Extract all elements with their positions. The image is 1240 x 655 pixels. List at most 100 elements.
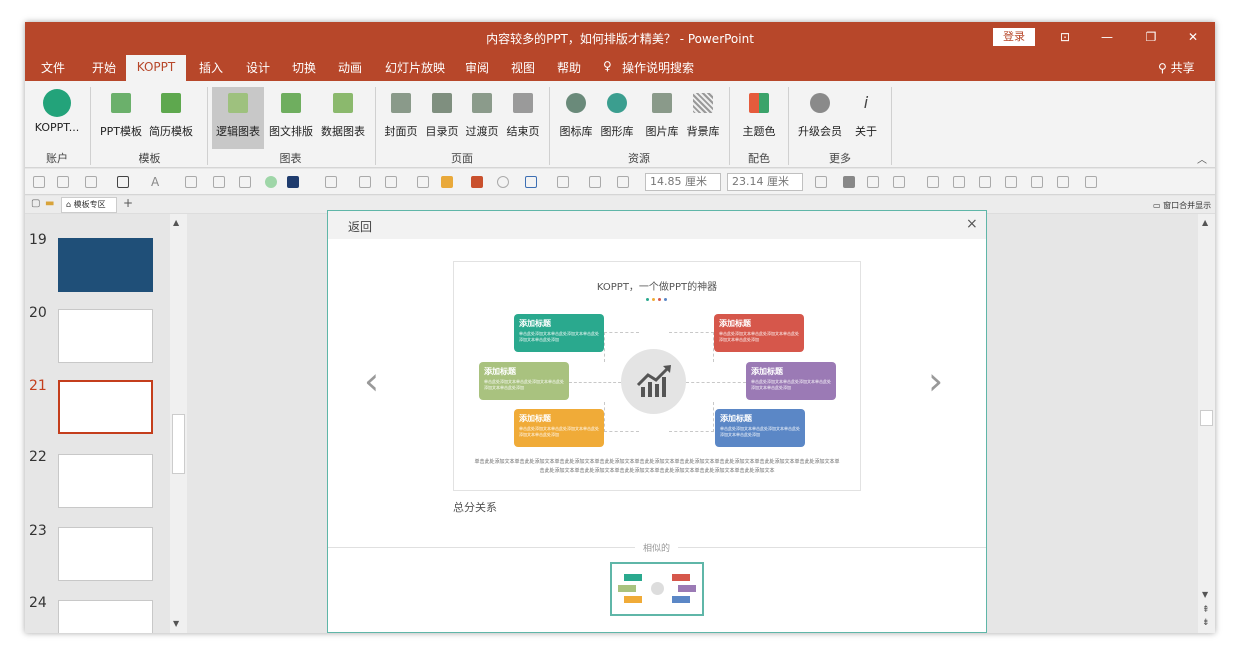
next-slide-icon[interactable]: ⇟ <box>1202 618 1210 628</box>
tab-file[interactable]: 文件 <box>41 59 65 76</box>
content-card[interactable]: 添加标题 单击此处添加文本单击此处添加文本单击此处添加文本单击此处添加 <box>479 362 569 400</box>
tool-icon-13[interactable] <box>1057 176 1069 188</box>
slide-thumbnail-22[interactable] <box>58 454 153 508</box>
tab-koppt[interactable]: KOPPT <box>126 55 186 81</box>
align-icon[interactable] <box>557 176 569 188</box>
eyedropper-icon[interactable] <box>359 176 371 188</box>
slide-thumbnail-19[interactable] <box>58 238 153 292</box>
tool-icon-2[interactable] <box>57 176 69 188</box>
prev-slide-icon[interactable]: ⇞ <box>1202 605 1210 615</box>
text-style-icon[interactable] <box>117 176 129 188</box>
scroll-up-icon[interactable]: ▲ <box>1202 218 1208 227</box>
tool-icon-8[interactable] <box>927 176 939 188</box>
template-zone-tab[interactable]: ⌂ 模板专区 <box>61 197 117 213</box>
tool-icon-10[interactable] <box>979 176 991 188</box>
tool-icon-12[interactable] <box>1031 176 1043 188</box>
cover-page-button[interactable]: 封面页 <box>381 87 421 149</box>
about-button[interactable]: i 关于 <box>851 87 881 149</box>
shape-outline-icon[interactable] <box>525 176 537 188</box>
editor-scroll-thumb[interactable] <box>1200 410 1213 426</box>
toc-page-button[interactable]: 目录页 <box>423 87 461 149</box>
image-library-button[interactable]: 图片库 <box>643 87 681 149</box>
panel-scrollbar[interactable]: ▲ ▼ <box>170 214 187 633</box>
tab-home[interactable]: 开始 <box>92 59 116 76</box>
tool-icon-9[interactable] <box>953 176 965 188</box>
pen-tool-icon[interactable] <box>417 176 429 188</box>
background-library-button[interactable]: 背景库 <box>684 87 722 149</box>
back-button[interactable]: 返回 <box>348 218 372 235</box>
logic-chart-button[interactable]: 逻辑图表 <box>212 87 264 149</box>
slide-thumbnail-21[interactable] <box>58 380 153 434</box>
tool-icon-6[interactable] <box>867 176 879 188</box>
minimize-icon[interactable]: — <box>1093 28 1121 46</box>
end-page-button[interactable]: 结束页 <box>503 87 543 149</box>
tool-icon-3[interactable] <box>185 176 197 188</box>
login-button[interactable]: 登录 <box>993 28 1035 46</box>
next-arrow-icon[interactable]: › <box>928 359 943 403</box>
close-icon[interactable]: × <box>966 216 978 232</box>
height-input[interactable]: 23.14 厘米 <box>727 173 803 191</box>
close-icon[interactable]: ✕ <box>1179 28 1207 46</box>
highlight-icon[interactable] <box>441 176 453 188</box>
share-button[interactable]: ⚲ 共享 <box>1158 59 1195 76</box>
tool-icon-1[interactable] <box>33 176 45 188</box>
data-chart-button[interactable]: 数据图表 <box>318 87 368 149</box>
content-card[interactable]: 添加标题 单击此处添加文本单击此处添加文本单击此处添加文本单击此处添加 <box>746 362 836 400</box>
hash-icon[interactable] <box>239 176 251 188</box>
scroll-down-icon[interactable]: ▼ <box>1202 590 1208 599</box>
slide-thumbnail-24[interactable] <box>58 600 153 633</box>
tab-review[interactable]: 审阅 <box>465 59 489 76</box>
content-card[interactable]: 添加标题 单击此处添加文本单击此处添加文本单击此处添加文本单击此处添加 <box>715 409 805 447</box>
folder-icon[interactable]: ▬ <box>45 198 54 209</box>
slide-thumbnail-20[interactable] <box>58 309 153 363</box>
tab-transitions[interactable]: 切换 <box>292 59 316 76</box>
tool-icon-14[interactable] <box>1085 176 1097 188</box>
content-card[interactable]: 添加标题 单击此处添加文本单击此处添加文本单击此处添加文本单击此处添加 <box>714 314 804 352</box>
new-file-icon[interactable]: ▢ <box>31 198 40 209</box>
tab-slideshow[interactable]: 幻灯片放映 <box>385 59 445 76</box>
slide-thumbnail-23[interactable] <box>58 527 153 581</box>
distribute-icon[interactable] <box>589 176 601 188</box>
tab-animations[interactable]: 动画 <box>338 59 362 76</box>
content-card[interactable]: 添加标题 单击此处添加文本单击此处添加文本单击此处添加文本单击此处添加 <box>514 409 604 447</box>
text-layout-button[interactable]: 图文排版 <box>266 87 316 149</box>
shape-library-button[interactable]: 图形库 <box>598 87 636 149</box>
upgrade-member-button[interactable]: 升级会员 <box>795 87 845 149</box>
ppt-template-button[interactable]: PPT模板 <box>97 87 145 149</box>
pen-icon[interactable] <box>213 176 225 188</box>
group-objects-icon[interactable] <box>617 176 629 188</box>
restore-icon[interactable]: ❐ <box>1137 28 1165 46</box>
tool-icon-4[interactable] <box>815 176 827 188</box>
tell-me-search[interactable]: 操作说明搜索 <box>622 59 694 76</box>
previous-arrow-icon[interactable]: ‹ <box>364 359 379 403</box>
pie-icon[interactable] <box>497 176 509 188</box>
tab-view[interactable]: 视图 <box>511 59 535 76</box>
koppt-account-button[interactable]: KOPPT... <box>29 87 85 149</box>
scroll-down-icon[interactable]: ▼ <box>173 619 179 628</box>
preview-slide[interactable]: KOPPT，一个做PPT的神器 添加标题 单击此处添加文本单击此处添加文本单击此处… <box>453 261 861 491</box>
tool-icon-11[interactable] <box>1005 176 1017 188</box>
tab-help[interactable]: 帮助 <box>557 59 581 76</box>
similar-template-thumbnail[interactable] <box>610 562 704 616</box>
add-tab-icon[interactable]: + <box>123 196 133 210</box>
merge-window-button[interactable]: ▭ 窗口合并显示 <box>1153 200 1211 211</box>
content-card[interactable]: 添加标题 单击此处添加文本单击此处添加文本单击此处添加文本单击此处添加 <box>514 314 604 352</box>
ribbon-display-icon[interactable]: ⊡ <box>1051 28 1079 46</box>
circle-shape-icon[interactable] <box>265 176 277 188</box>
collapse-ribbon-icon[interactable]: ︿ <box>1197 151 1207 166</box>
scroll-up-icon[interactable]: ▲ <box>173 218 179 227</box>
width-input[interactable]: 14.85 厘米 <box>645 173 721 191</box>
tab-insert[interactable]: 插入 <box>199 59 223 76</box>
icon-library-button[interactable]: 图标库 <box>557 87 595 149</box>
tool-icon-5[interactable] <box>843 176 855 188</box>
theme-color-button[interactable]: 主题色 <box>738 87 780 149</box>
resume-template-button[interactable]: 简历模板 <box>147 87 195 149</box>
bucket-icon[interactable] <box>325 176 337 188</box>
tab-design[interactable]: 设计 <box>246 59 270 76</box>
tool-icon-7[interactable] <box>893 176 905 188</box>
font-color-icon[interactable]: A <box>151 176 163 188</box>
transition-page-button[interactable]: 过渡页 <box>463 87 501 149</box>
bar-chart-icon[interactable] <box>471 176 483 188</box>
border-icon[interactable] <box>385 176 397 188</box>
textbox-icon[interactable] <box>85 176 97 188</box>
